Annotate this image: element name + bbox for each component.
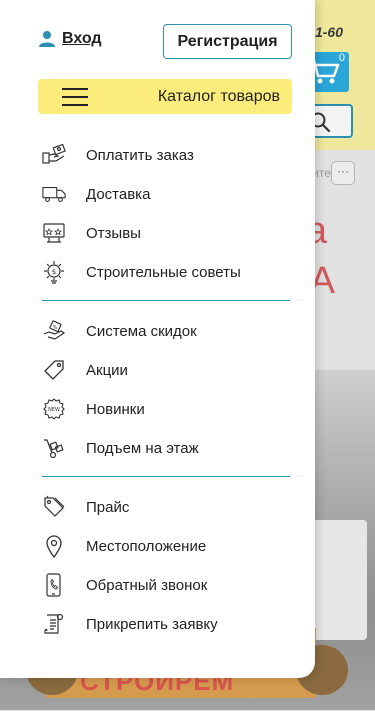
hamburger-icon bbox=[62, 88, 88, 106]
menu-group-services: Оплатить заказ Доставка Отзывы $ Строите… bbox=[0, 136, 315, 292]
more-button[interactable]: ··· bbox=[331, 161, 355, 185]
menu-label: Обратный звонок bbox=[86, 577, 208, 594]
discount-icon: % bbox=[42, 319, 66, 343]
menu-label: Прикрепить заявку bbox=[86, 616, 218, 633]
login-link[interactable]: Вход bbox=[38, 30, 102, 48]
menu-label: Строительные советы bbox=[86, 264, 241, 281]
menu-item-price-list[interactable]: Прайс bbox=[0, 488, 315, 527]
menu-divider bbox=[42, 476, 290, 477]
menu-item-callback[interactable]: Обратный звонок bbox=[0, 566, 315, 605]
menu-label: Прайс bbox=[86, 499, 130, 516]
cart-count: 0 bbox=[338, 52, 345, 64]
menu-label: Новинки bbox=[86, 401, 145, 418]
catalog-button[interactable]: Каталог товаров bbox=[38, 79, 292, 114]
menu-item-reviews[interactable]: Отзывы bbox=[0, 214, 315, 253]
truck-photo bbox=[307, 520, 367, 640]
menu-label: Отзывы bbox=[86, 225, 141, 242]
menu-group-offers: % Система скидок Акции NEW Новинки Подъе… bbox=[0, 312, 315, 468]
hand-truck-icon bbox=[42, 436, 66, 460]
user-icon bbox=[39, 31, 55, 47]
truck-icon bbox=[42, 182, 66, 206]
document-icon bbox=[42, 612, 66, 636]
new-badge-icon: NEW bbox=[42, 397, 66, 421]
side-drawer-menu: Вход Регистрация Каталог товаров Оплатит… bbox=[0, 0, 315, 678]
advice-icon: $ bbox=[42, 260, 66, 284]
menu-label: Доставка bbox=[86, 186, 151, 203]
login-label: Вход bbox=[62, 30, 102, 47]
menu-label: Местоположение bbox=[86, 538, 207, 555]
menu-item-attach-request[interactable]: Прикрепить заявку bbox=[0, 605, 315, 644]
menu-label: Подъем на этаж bbox=[86, 440, 199, 457]
payment-icon bbox=[42, 143, 66, 167]
phone-call-icon bbox=[42, 573, 66, 597]
location-pin-icon bbox=[42, 534, 66, 558]
menu-label: Оплатить заказ bbox=[86, 147, 194, 164]
menu-item-pay-order[interactable]: Оплатить заказ bbox=[0, 136, 315, 175]
tag-icon bbox=[42, 358, 66, 382]
price-tags-icon bbox=[42, 495, 66, 519]
register-button[interactable]: Регистрация bbox=[163, 24, 292, 59]
menu-item-delivery[interactable]: Доставка bbox=[0, 175, 315, 214]
menu-item-floor-lift[interactable]: Подъем на этаж bbox=[0, 429, 315, 468]
menu-item-building-advice[interactable]: $ Строительные советы bbox=[0, 253, 315, 292]
menu-divider bbox=[42, 300, 290, 301]
svg-text:NEW: NEW bbox=[48, 407, 60, 413]
menu-label: Система скидок bbox=[86, 323, 197, 340]
breadcrumb-fragment: ите bbox=[312, 166, 331, 180]
svg-text:$: $ bbox=[52, 268, 56, 276]
catalog-label: Каталог товаров bbox=[157, 88, 280, 105]
menu-label: Акции bbox=[86, 362, 128, 379]
menu-item-discount-system[interactable]: % Система скидок bbox=[0, 312, 315, 351]
menu-item-promotions[interactable]: Акции bbox=[0, 351, 315, 390]
menu-item-location[interactable]: Местоположение bbox=[0, 527, 315, 566]
reviews-icon bbox=[42, 221, 66, 245]
menu-group-info: Прайс Местоположение Обратный звонок При… bbox=[0, 488, 315, 644]
svg-text:%: % bbox=[53, 325, 58, 331]
menu-item-new-products[interactable]: NEW Новинки bbox=[0, 390, 315, 429]
